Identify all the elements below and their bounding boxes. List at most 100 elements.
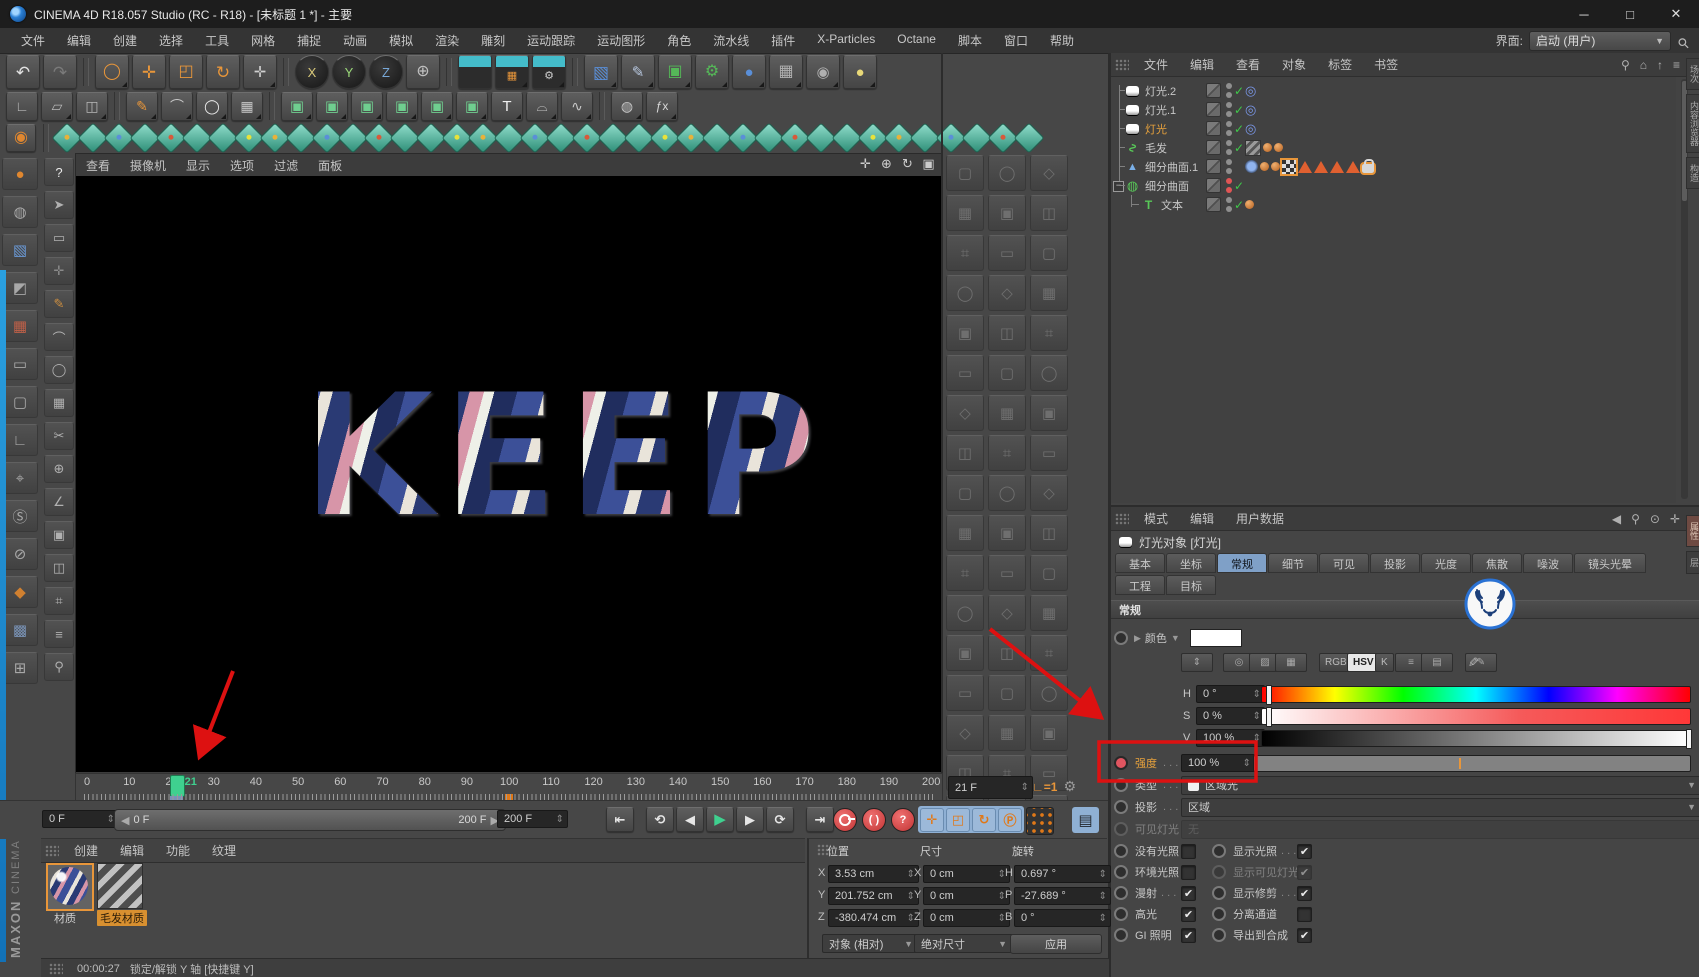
- visibility-dots[interactable]: [1225, 178, 1232, 193]
- palette-tool-button-41[interactable]: ◯: [1030, 675, 1068, 711]
- toggle-view-icon[interactable]: ▣: [921, 156, 936, 172]
- palette-tool-button-23[interactable]: ▭: [1030, 435, 1068, 471]
- palette-tool-button-27[interactable]: ▦: [946, 515, 984, 551]
- paint-mode-button[interactable]: ◆: [2, 576, 38, 608]
- coord-field-0-0[interactable]: 3.53 cm⇕: [828, 865, 919, 883]
- object-row-6[interactable]: T文本✓: [1111, 195, 1676, 214]
- object-row-5[interactable]: −◍细分曲面✓: [1111, 176, 1676, 195]
- om-search-icon[interactable]: ⚲: [1621, 58, 1630, 72]
- volume-button[interactable]: ◍: [611, 92, 643, 121]
- menu-item-8[interactable]: 模拟: [378, 29, 424, 52]
- play-button[interactable]: ▶: [706, 807, 734, 832]
- palette-tool-button-40[interactable]: ▢: [988, 675, 1026, 711]
- menu-item-12[interactable]: 运动图形: [586, 29, 656, 52]
- palette-tool-button-4[interactable]: ▣: [988, 195, 1026, 231]
- collapse-icon[interactable]: −: [1113, 181, 1124, 192]
- palette-tool-button-39[interactable]: ▭: [946, 675, 984, 711]
- checkbox-r-0[interactable]: ✔: [1297, 844, 1312, 859]
- visibility-dots[interactable]: [1225, 121, 1232, 136]
- phong-tag-icon[interactable]: [1263, 143, 1272, 152]
- texture-mode-button[interactable]: ◩: [2, 272, 38, 304]
- viewport[interactable]: 查看摄像机显示选项过滤面板 ✛⊕↻▣ KEEP: [75, 153, 943, 775]
- tab-4[interactable]: 可见: [1319, 553, 1369, 573]
- menu-item-9[interactable]: 渲染: [424, 29, 470, 52]
- snap-button[interactable]: ▱: [41, 92, 73, 121]
- object-name[interactable]: 细分曲面.1: [1145, 159, 1198, 175]
- slider-handle[interactable]: [1266, 707, 1272, 727]
- palette-tool-button-11[interactable]: ▦: [1030, 275, 1068, 311]
- tab-1[interactable]: 坐标: [1166, 553, 1216, 573]
- range-end-field[interactable]: 200 F⇕: [497, 810, 568, 828]
- am-menu-0[interactable]: 模式: [1133, 508, 1179, 529]
- object-name[interactable]: 灯光.2: [1145, 83, 1176, 99]
- minimize-button[interactable]: ─: [1561, 0, 1607, 28]
- coord-field-0-2[interactable]: 0.697 °⇕: [1014, 865, 1111, 883]
- pen-button[interactable]: ✎: [44, 290, 74, 318]
- panel-handle-icon[interactable]: [45, 845, 59, 857]
- palette-tool-button-21[interactable]: ◫: [946, 435, 984, 471]
- spinner-icon[interactable]: ⇕: [1099, 913, 1107, 924]
- om-menu-5[interactable]: 书签: [1363, 54, 1409, 75]
- axis-lock-indicator[interactable]: ∟=1 ⚙: [1032, 778, 1076, 795]
- om-menu-4[interactable]: 标签: [1317, 54, 1363, 75]
- palette-tool-button-37[interactable]: ◫: [988, 635, 1026, 671]
- autokey-button[interactable]: ( ): [862, 808, 886, 832]
- material-thumbnail[interactable]: [46, 863, 94, 911]
- color-swatch[interactable]: [1190, 629, 1242, 647]
- motion-system-icon[interactable]: ▤: [1072, 807, 1099, 833]
- mograph-button[interactable]: ◉: [6, 124, 36, 152]
- target-tag-icon[interactable]: ◎: [1245, 102, 1256, 118]
- v-gradient-slider[interactable]: [1261, 730, 1691, 747]
- disable-mode-button[interactable]: ⊘: [2, 538, 38, 570]
- checkbox-3[interactable]: ✔: [1181, 907, 1196, 922]
- keying-help-button[interactable]: ?: [891, 808, 915, 832]
- menu-item-15[interactable]: 插件: [760, 29, 806, 52]
- scale-tool-button[interactable]: ◰: [169, 55, 203, 89]
- viewport-canvas[interactable]: KEEP: [76, 176, 942, 772]
- palette-tool-button-8[interactable]: ▢: [1030, 235, 1068, 271]
- maximize-button[interactable]: □: [1607, 0, 1653, 28]
- tab-6[interactable]: 光度: [1421, 553, 1471, 573]
- z-axis-lock-button[interactable]: Z: [369, 55, 403, 89]
- viewport-menu-2[interactable]: 显示: [176, 155, 220, 176]
- help-tool-button[interactable]: ?: [44, 158, 74, 186]
- viewport-menu-3[interactable]: 选项: [220, 155, 264, 176]
- current-frame-field[interactable]: 21 F⇕: [948, 776, 1033, 799]
- checkbox-r-3[interactable]: [1297, 907, 1312, 922]
- rotate-view-icon[interactable]: ↻: [900, 156, 915, 172]
- menu-item-1[interactable]: 编辑: [56, 29, 102, 52]
- palette-tool-button-34[interactable]: ◇: [988, 595, 1026, 631]
- am-back-icon[interactable]: ◀: [1612, 512, 1621, 526]
- gear-icon[interactable]: ⚙: [1063, 778, 1076, 795]
- editor-toggle[interactable]: [1206, 102, 1221, 117]
- panel-handle-icon[interactable]: [1115, 59, 1129, 71]
- palette-tool-button-28[interactable]: ▣: [988, 515, 1026, 551]
- visibility-dots[interactable]: [1225, 140, 1232, 155]
- palette-tool-button-14[interactable]: ⌗: [1030, 315, 1068, 351]
- editor-toggle[interactable]: [1206, 140, 1221, 155]
- coord-field-1-0[interactable]: 201.752 cm⇕: [828, 887, 919, 905]
- timeline-ruler[interactable]: 0102030405060708090100110120130140150160…: [75, 773, 943, 802]
- palette-tool-button-43[interactable]: ▦: [988, 715, 1026, 751]
- palette-tool-button-16[interactable]: ▢: [988, 355, 1026, 391]
- record-scale-button[interactable]: ◰: [946, 808, 970, 832]
- enabled-check-icon[interactable]: ✓: [1234, 198, 1244, 212]
- menu-item-16[interactable]: X-Particles: [806, 29, 886, 52]
- compact-picker-button[interactable]: ⇕: [1181, 653, 1213, 672]
- om-menu-3[interactable]: 对象: [1271, 54, 1317, 75]
- coord-field-2-2[interactable]: 0 °⇕: [1014, 909, 1111, 927]
- side-tab-0[interactable]: 场次: [1686, 58, 1699, 90]
- add-camera-button[interactable]: ◉: [806, 55, 840, 89]
- palette-tool-button-42[interactable]: ◇: [946, 715, 984, 751]
- editor-toggle[interactable]: [1206, 83, 1221, 98]
- y-axis-lock-button[interactable]: Y: [332, 55, 366, 89]
- tab-9[interactable]: 镜头光晕: [1574, 553, 1646, 573]
- text-spline-button[interactable]: T: [491, 92, 523, 121]
- palette-tool-button-32[interactable]: ▢: [1030, 555, 1068, 591]
- generator-button-4[interactable]: ▣: [386, 92, 418, 121]
- pan-view-icon[interactable]: ✛: [858, 156, 873, 172]
- checkbox-4[interactable]: ✔: [1181, 928, 1196, 943]
- selection-tag-icon[interactable]: [1314, 161, 1328, 173]
- side-tab-b-0[interactable]: 属性: [1686, 515, 1699, 547]
- selection-tag-icon[interactable]: [1298, 161, 1312, 173]
